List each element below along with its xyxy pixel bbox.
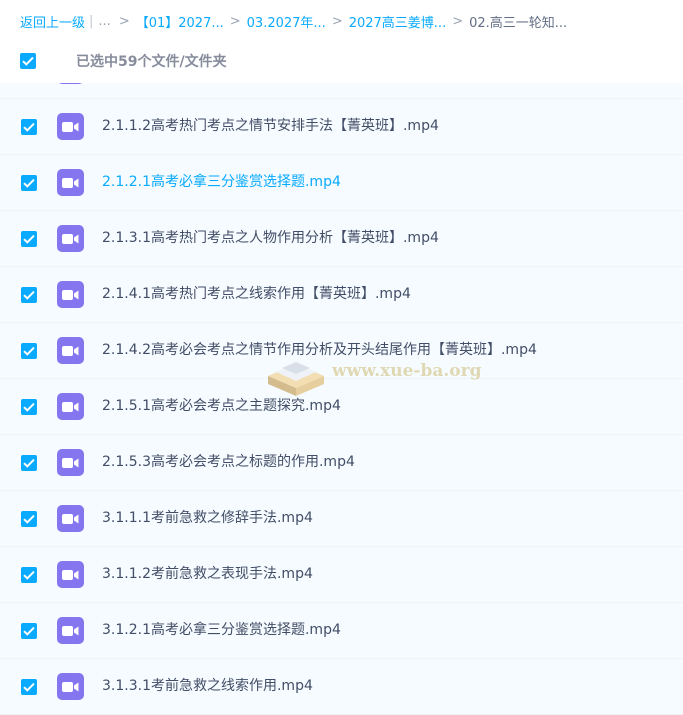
checkmark-icon (23, 682, 35, 692)
file-name[interactable]: 3.1.1.2考前急救之表现手法.mp4 (102, 564, 313, 584)
breadcrumb-item[interactable]: 【01】2027... (136, 12, 224, 31)
checkmark-icon (23, 234, 35, 244)
breadcrumb-separator: > (229, 13, 241, 29)
file-checkbox[interactable] (21, 567, 37, 583)
file-row[interactable]: 3.1.1.1考前急救之修辞手法.mp4 (0, 491, 683, 547)
file-name[interactable]: 2.1.3.1高考热门考点之人物作用分析【菁英班】.mp4 (102, 228, 439, 248)
checkmark-icon (23, 178, 35, 188)
file-row[interactable]: 2.1.2.1高考必拿三分鉴赏选择题.mp4 (0, 155, 683, 211)
breadcrumb-separator: > (452, 13, 464, 29)
file-name[interactable]: 2.1.5.3高考必会考点之标题的作用.mp4 (102, 452, 355, 472)
video-file-icon (57, 225, 84, 252)
video-file-icon (57, 337, 84, 364)
file-row[interactable]: 2.1.3.1高考热门考点之人物作用分析【菁英班】.mp4 (0, 211, 683, 267)
checkmark-icon (23, 626, 35, 636)
selection-status: 已选中59个文件/文件夹 (76, 54, 227, 70)
breadcrumb: 返回上一级 | ... > 【01】2027... > 03.2027年... … (20, 10, 567, 32)
checkmark-icon (23, 458, 35, 468)
breadcrumb-separator: > (118, 13, 130, 29)
file-name[interactable]: 2.1.5.1高考必会考点之主题探究.mp4 (102, 396, 341, 416)
file-checkbox[interactable] (21, 119, 37, 135)
breadcrumb-ellipsis[interactable]: ... (98, 14, 110, 29)
file-name[interactable]: 3.1.3.1考前急救之线索作用.mp4 (102, 676, 313, 696)
file-checkbox[interactable] (21, 175, 37, 191)
checkmark-icon (23, 570, 35, 580)
video-file-icon (57, 617, 84, 644)
checkmark-icon (23, 346, 35, 356)
file-checkbox[interactable] (21, 231, 37, 247)
video-file-icon (57, 449, 84, 476)
breadcrumb-item[interactable]: 03.2027年... (247, 12, 326, 31)
file-checkbox[interactable] (21, 679, 37, 695)
checkmark-icon (23, 290, 35, 300)
file-checkbox[interactable] (21, 343, 37, 359)
breadcrumb-separator: > (331, 13, 343, 29)
file-checkbox[interactable] (21, 455, 37, 471)
file-row[interactable]: 2.1.4.2高考必会考点之情节作用分析及开头结尾作用【菁英班】.mp4 (0, 323, 683, 379)
file-checkbox[interactable] (21, 511, 37, 527)
select-all-checkbox[interactable] (20, 53, 36, 69)
checkmark-icon (23, 402, 35, 412)
file-row[interactable]: 2.1.5.3高考必会考点之标题的作用.mp4 (0, 435, 683, 491)
video-file-icon (57, 673, 84, 700)
file-name[interactable]: 2.1.4.1高考热门考点之线索作用【菁英班】.mp4 (102, 284, 411, 304)
selection-bar: 已选中59个文件/文件夹 (20, 50, 227, 72)
file-row[interactable]: 2.1.5.1高考必会考点之主题探究.mp4 (0, 379, 683, 435)
file-list: 2.1.1.2高考热门考点之情节安排手法【菁英班】.mp4 2.1.2.1高考必拿… (0, 43, 683, 715)
video-file-icon (57, 281, 84, 308)
file-row[interactable]: 3.1.3.1考前急救之线索作用.mp4 (0, 659, 683, 715)
file-row[interactable]: 2.1.1.2高考热门考点之情节安排手法【菁英班】.mp4 (0, 99, 683, 155)
file-name[interactable]: 2.1.1.2高考热门考点之情节安排手法【菁英班】.mp4 (102, 116, 439, 136)
video-file-icon (57, 169, 84, 196)
file-checkbox[interactable] (21, 287, 37, 303)
breadcrumb-item[interactable]: 2027高三姜博... (349, 12, 446, 31)
file-row[interactable]: 2.1.4.1高考热门考点之线索作用【菁英班】.mp4 (0, 267, 683, 323)
checkmark-icon (22, 56, 34, 66)
video-file-icon (57, 393, 84, 420)
file-name[interactable]: 2.1.2.1高考必拿三分鉴赏选择题.mp4 (102, 172, 341, 192)
video-file-icon (57, 113, 84, 140)
file-checkbox[interactable] (21, 399, 37, 415)
breadcrumb-current: 02.高三一轮知... (469, 15, 568, 31)
file-checkbox[interactable] (21, 623, 37, 639)
video-file-icon (57, 505, 84, 532)
file-name[interactable]: 2.1.4.2高考必会考点之情节作用分析及开头结尾作用【菁英班】.mp4 (102, 340, 537, 360)
file-row[interactable]: 3.1.2.1高考必拿三分鉴赏选择题.mp4 (0, 603, 683, 659)
header: 返回上一级 | ... > 【01】2027... > 03.2027年... … (0, 0, 683, 83)
checkmark-icon (23, 514, 35, 524)
video-file-icon (57, 561, 84, 588)
back-link[interactable]: 返回上一级 (20, 12, 85, 31)
file-row[interactable]: 3.1.1.2考前急救之表现手法.mp4 (0, 547, 683, 603)
breadcrumb-divider: | (89, 13, 94, 29)
file-name[interactable]: 3.1.1.1考前急救之修辞手法.mp4 (102, 508, 313, 528)
checkmark-icon (23, 122, 35, 132)
file-name[interactable]: 3.1.2.1高考必拿三分鉴赏选择题.mp4 (102, 620, 341, 640)
